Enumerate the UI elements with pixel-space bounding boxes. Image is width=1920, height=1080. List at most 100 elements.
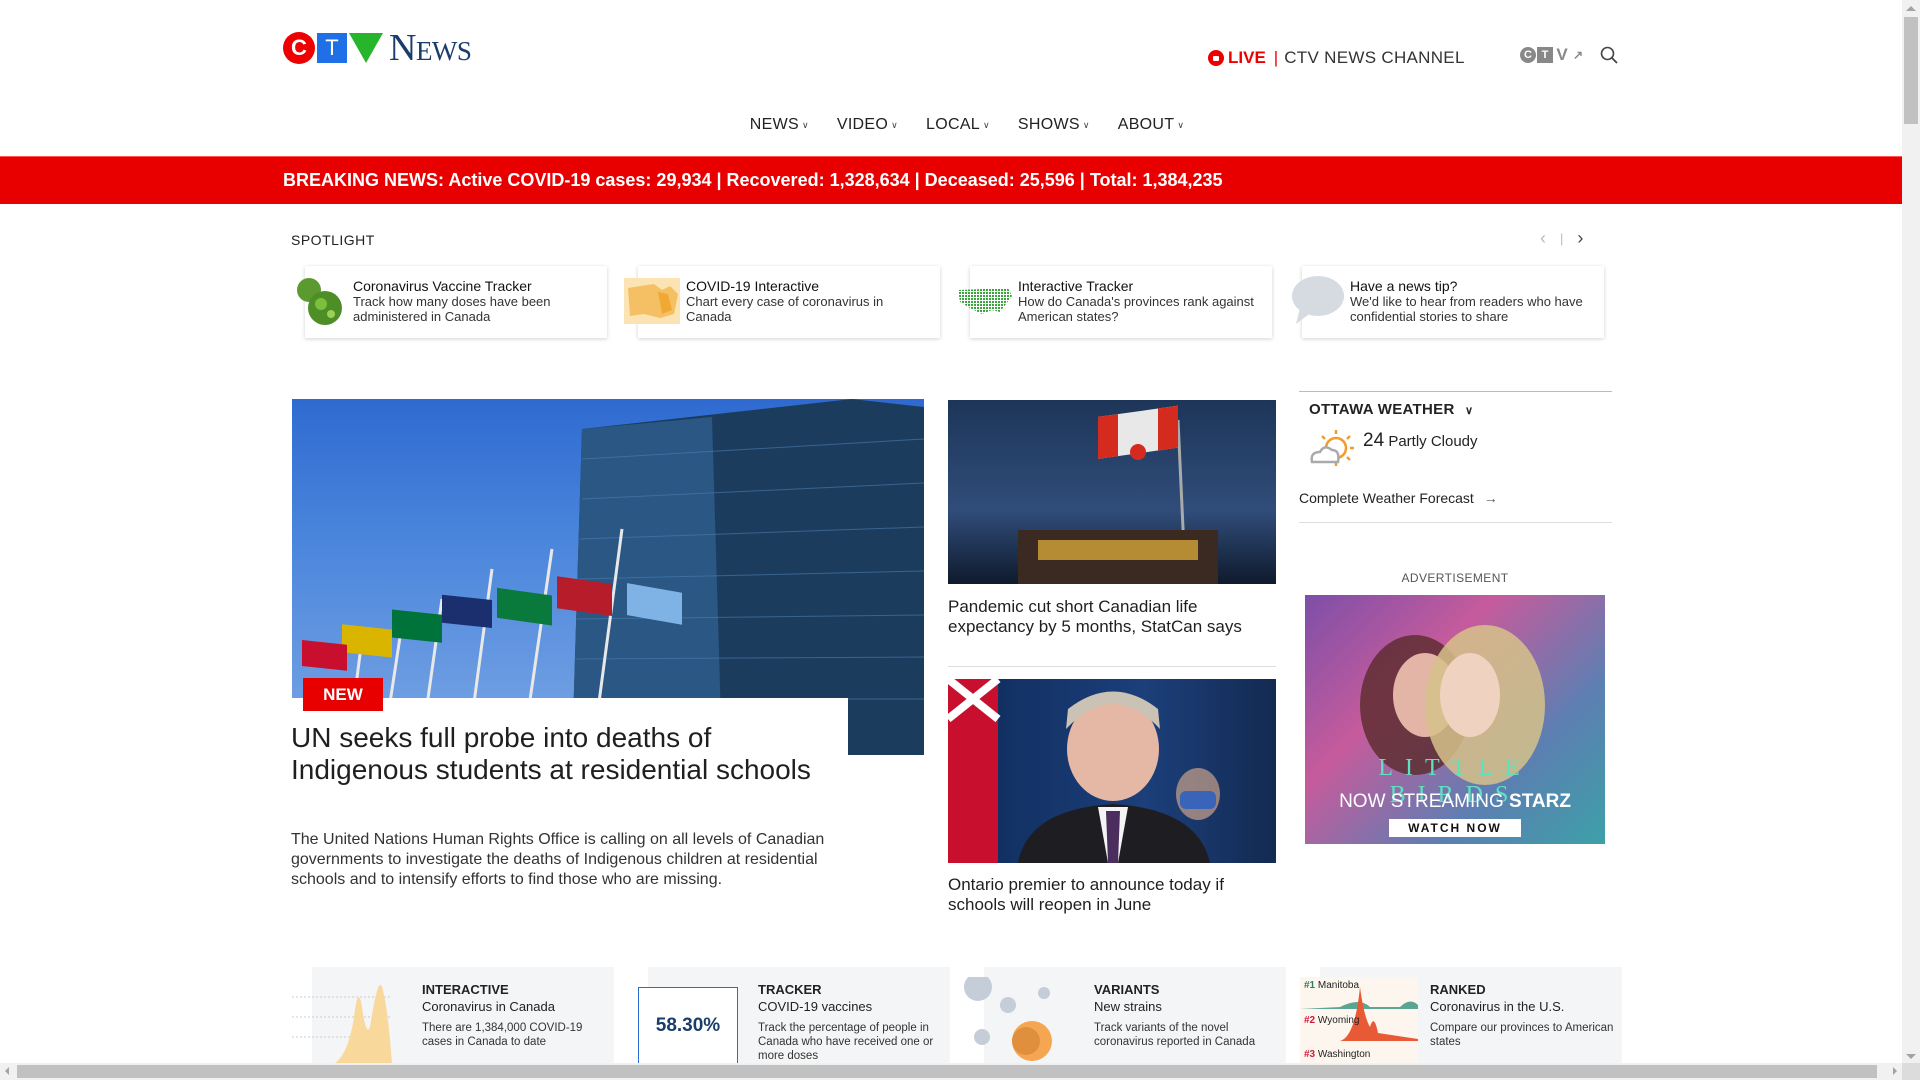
ctv-external-link[interactable]: C T V ↗: [1520, 45, 1585, 64]
us-map-icon: [958, 288, 1012, 314]
story-image-ontario-premier[interactable]: [948, 679, 1276, 863]
spotlight-card[interactable]: Have a news tip? We'd like to hear from r…: [1292, 266, 1604, 338]
partly-cloudy-icon: [1310, 430, 1354, 466]
card-kicker: RANKED: [1430, 982, 1486, 997]
weather-location-dropdown[interactable]: OTTAWA WEATHER ∨: [1309, 401, 1473, 418]
nav-news[interactable]: NEWS ∨: [750, 116, 809, 134]
chevron-left-icon[interactable]: ‹: [1540, 228, 1546, 249]
ctv-news-logo[interactable]: C T News: [283, 27, 472, 69]
advertisement-banner[interactable]: LITTLE BIRDS NOW STREAMING STARZ WATCH N…: [1305, 595, 1605, 844]
card-headline: Coronavirus in the U.S.: [1430, 999, 1565, 1014]
live-lock-icon: [1208, 50, 1224, 66]
cases-chart-thumbnail: [292, 984, 392, 1065]
breaking-news-text: BREAKING NEWS: Active COVID-19 cases: 29…: [283, 170, 1223, 190]
spotlight-card-desc: Track how many doses have been administe…: [353, 294, 551, 324]
feature-card[interactable]: #1 Manitoba #2 Wyoming #3 Washington RAN…: [1300, 967, 1622, 1065]
card-desc: There are 1,384,000 COVID-19 cases in Ca…: [422, 1022, 583, 1048]
logo-c: C: [283, 32, 315, 64]
breaking-news-banner[interactable]: BREAKING NEWS: Active COVID-19 cases: 29…: [0, 156, 1902, 204]
chevron-down-icon: ∨: [1177, 119, 1185, 130]
card-desc: Track variants of the novel coronavirus …: [1094, 1022, 1256, 1048]
live-link[interactable]: LIVE | CTV NEWS CHANNEL: [1208, 48, 1465, 68]
speech-bubble-icon: [1292, 276, 1344, 324]
scroll-down-arrow-icon[interactable]: [1906, 1054, 1916, 1059]
spotlight-card-desc: Chart every case of coronavirus in Canad…: [686, 294, 884, 324]
nav-video[interactable]: VIDEO ∨: [837, 116, 898, 134]
spotlight-card[interactable]: Coronavirus Vaccine Tracker Track how man…: [297, 266, 607, 338]
card-headline: New strains: [1094, 999, 1162, 1014]
ranked-thumbnail: #1 Manitoba #2 Wyoming #3 Washington: [1300, 977, 1418, 1065]
story-image-canada-flag[interactable]: [948, 400, 1276, 584]
scrollbar-corner: [1902, 1063, 1920, 1080]
hero-headline[interactable]: UN seeks full probe into deaths of Indig…: [291, 722, 851, 786]
scroll-up-arrow-icon[interactable]: [1906, 6, 1916, 11]
feature-card[interactable]: INTERACTIVE Coronavirus in Canada There …: [292, 967, 614, 1065]
weather-temp: 24: [1363, 430, 1385, 451]
nav-about-label: ABOUT: [1117, 116, 1175, 133]
ctv-mini-v: V: [1556, 45, 1568, 64]
card-kicker: INTERACTIVE: [422, 982, 509, 997]
virus-icon: [297, 278, 342, 325]
spotlight-card[interactable]: COVID-19 Interactive Chart every case of …: [624, 266, 940, 338]
scroll-left-arrow-icon[interactable]: [5, 1067, 9, 1075]
weather-current: 24 Partly Cloudy: [1363, 430, 1478, 452]
variants-thumbnail: [964, 977, 1052, 1061]
nav-about[interactable]: ABOUT ∨: [1118, 116, 1185, 134]
chevron-down-icon: ∨: [1082, 119, 1090, 130]
rank-3: #3 Washington: [1304, 1049, 1371, 1060]
card-headline: Coronavirus in Canada: [422, 999, 555, 1014]
spotlight-card-title: Have a news tip?: [1350, 278, 1458, 294]
weather-bottom-divider: [1299, 522, 1612, 523]
weather-top-divider: [1299, 391, 1612, 392]
rank-1: #1 Manitoba: [1304, 980, 1360, 991]
live-label: LIVE: [1228, 48, 1266, 67]
story-headline[interactable]: Ontario premier to announce today if sch…: [948, 875, 1276, 915]
horizontal-scrollbar[interactable]: [0, 1063, 1902, 1080]
live-separator: |: [1273, 48, 1279, 67]
feature-card[interactable]: 58.30% TRACKER COVID-19 vaccines Track t…: [638, 967, 950, 1065]
spotlight-card-title: COVID-19 Interactive: [686, 278, 820, 294]
story-divider: [948, 666, 1276, 667]
spotlight-card-desc: We'd like to hear from readers who have …: [1350, 294, 1583, 324]
ctv-mini-c: C: [1520, 47, 1536, 63]
card-headline: COVID-19 vaccines: [758, 999, 873, 1014]
chevron-right-icon[interactable]: ›: [1577, 228, 1583, 249]
ad-tagline-text: NOW STREAMING: [1339, 791, 1504, 812]
card-kicker: TRACKER: [758, 982, 822, 997]
spotlight-card-title: Coronavirus Vaccine Tracker: [353, 278, 532, 294]
card-desc: Track the percentage of people in Canada…: [758, 1022, 934, 1062]
nav-shows-label: SHOWS: [1017, 116, 1080, 133]
story-headline[interactable]: Pandemic cut short Canadian life expecta…: [948, 597, 1276, 637]
channel-label: CTV NEWS CHANNEL: [1284, 48, 1465, 67]
nav-local[interactable]: LOCAL ∨: [926, 116, 990, 134]
spotlight-heading: SPOTLIGHT: [291, 232, 375, 248]
ad-network: STARZ: [1509, 791, 1571, 812]
spotlight-card-desc: How do Canada's provinces rank against A…: [1018, 294, 1254, 324]
logo-news: News: [389, 27, 472, 69]
spotlight-pager: ‹ | ›: [1540, 228, 1583, 249]
forecast-link-label: Complete Weather Forecast: [1299, 490, 1474, 506]
spotlight-card[interactable]: Interactive Tracker How do Canada's provi…: [958, 266, 1272, 338]
vaccine-percentage: 58.30%: [655, 1015, 721, 1036]
vertical-scrollbar[interactable]: [1902, 0, 1920, 1063]
chevron-down-icon: ∨: [1465, 405, 1474, 417]
search-icon[interactable]: [1600, 46, 1618, 64]
canada-map-icon: [624, 278, 680, 324]
vaccine-stat-box: 58.30%: [638, 987, 738, 1065]
canada-flag-image: [1018, 405, 1218, 584]
ad-watch-now-button[interactable]: WATCH NOW: [1389, 819, 1521, 837]
ctv-mini-t: T: [1537, 47, 1553, 63]
rank-2: #2 Wyoming: [1304, 1015, 1360, 1026]
hero-summary: The United Nations Human Rights Office i…: [291, 831, 825, 888]
scroll-right-arrow-icon[interactable]: [1893, 1067, 1897, 1075]
nav-shows[interactable]: SHOWS ∨: [1018, 116, 1090, 134]
feature-card[interactable]: VARIANTS New strains Track variants of t…: [964, 967, 1286, 1065]
horizontal-scroll-thumb[interactable]: [17, 1065, 1877, 1078]
weather-condition: Partly Cloudy: [1388, 433, 1478, 450]
ad-tagline: NOW STREAMING STARZ: [1305, 791, 1605, 813]
weather-title: OTTAWA WEATHER: [1309, 401, 1455, 418]
weather-forecast-link[interactable]: Complete Weather Forecast →: [1299, 490, 1498, 506]
nav-news-label: NEWS: [749, 116, 799, 133]
pager-divider: |: [1560, 231, 1564, 246]
vertical-scroll-thumb[interactable]: [1904, 17, 1918, 124]
